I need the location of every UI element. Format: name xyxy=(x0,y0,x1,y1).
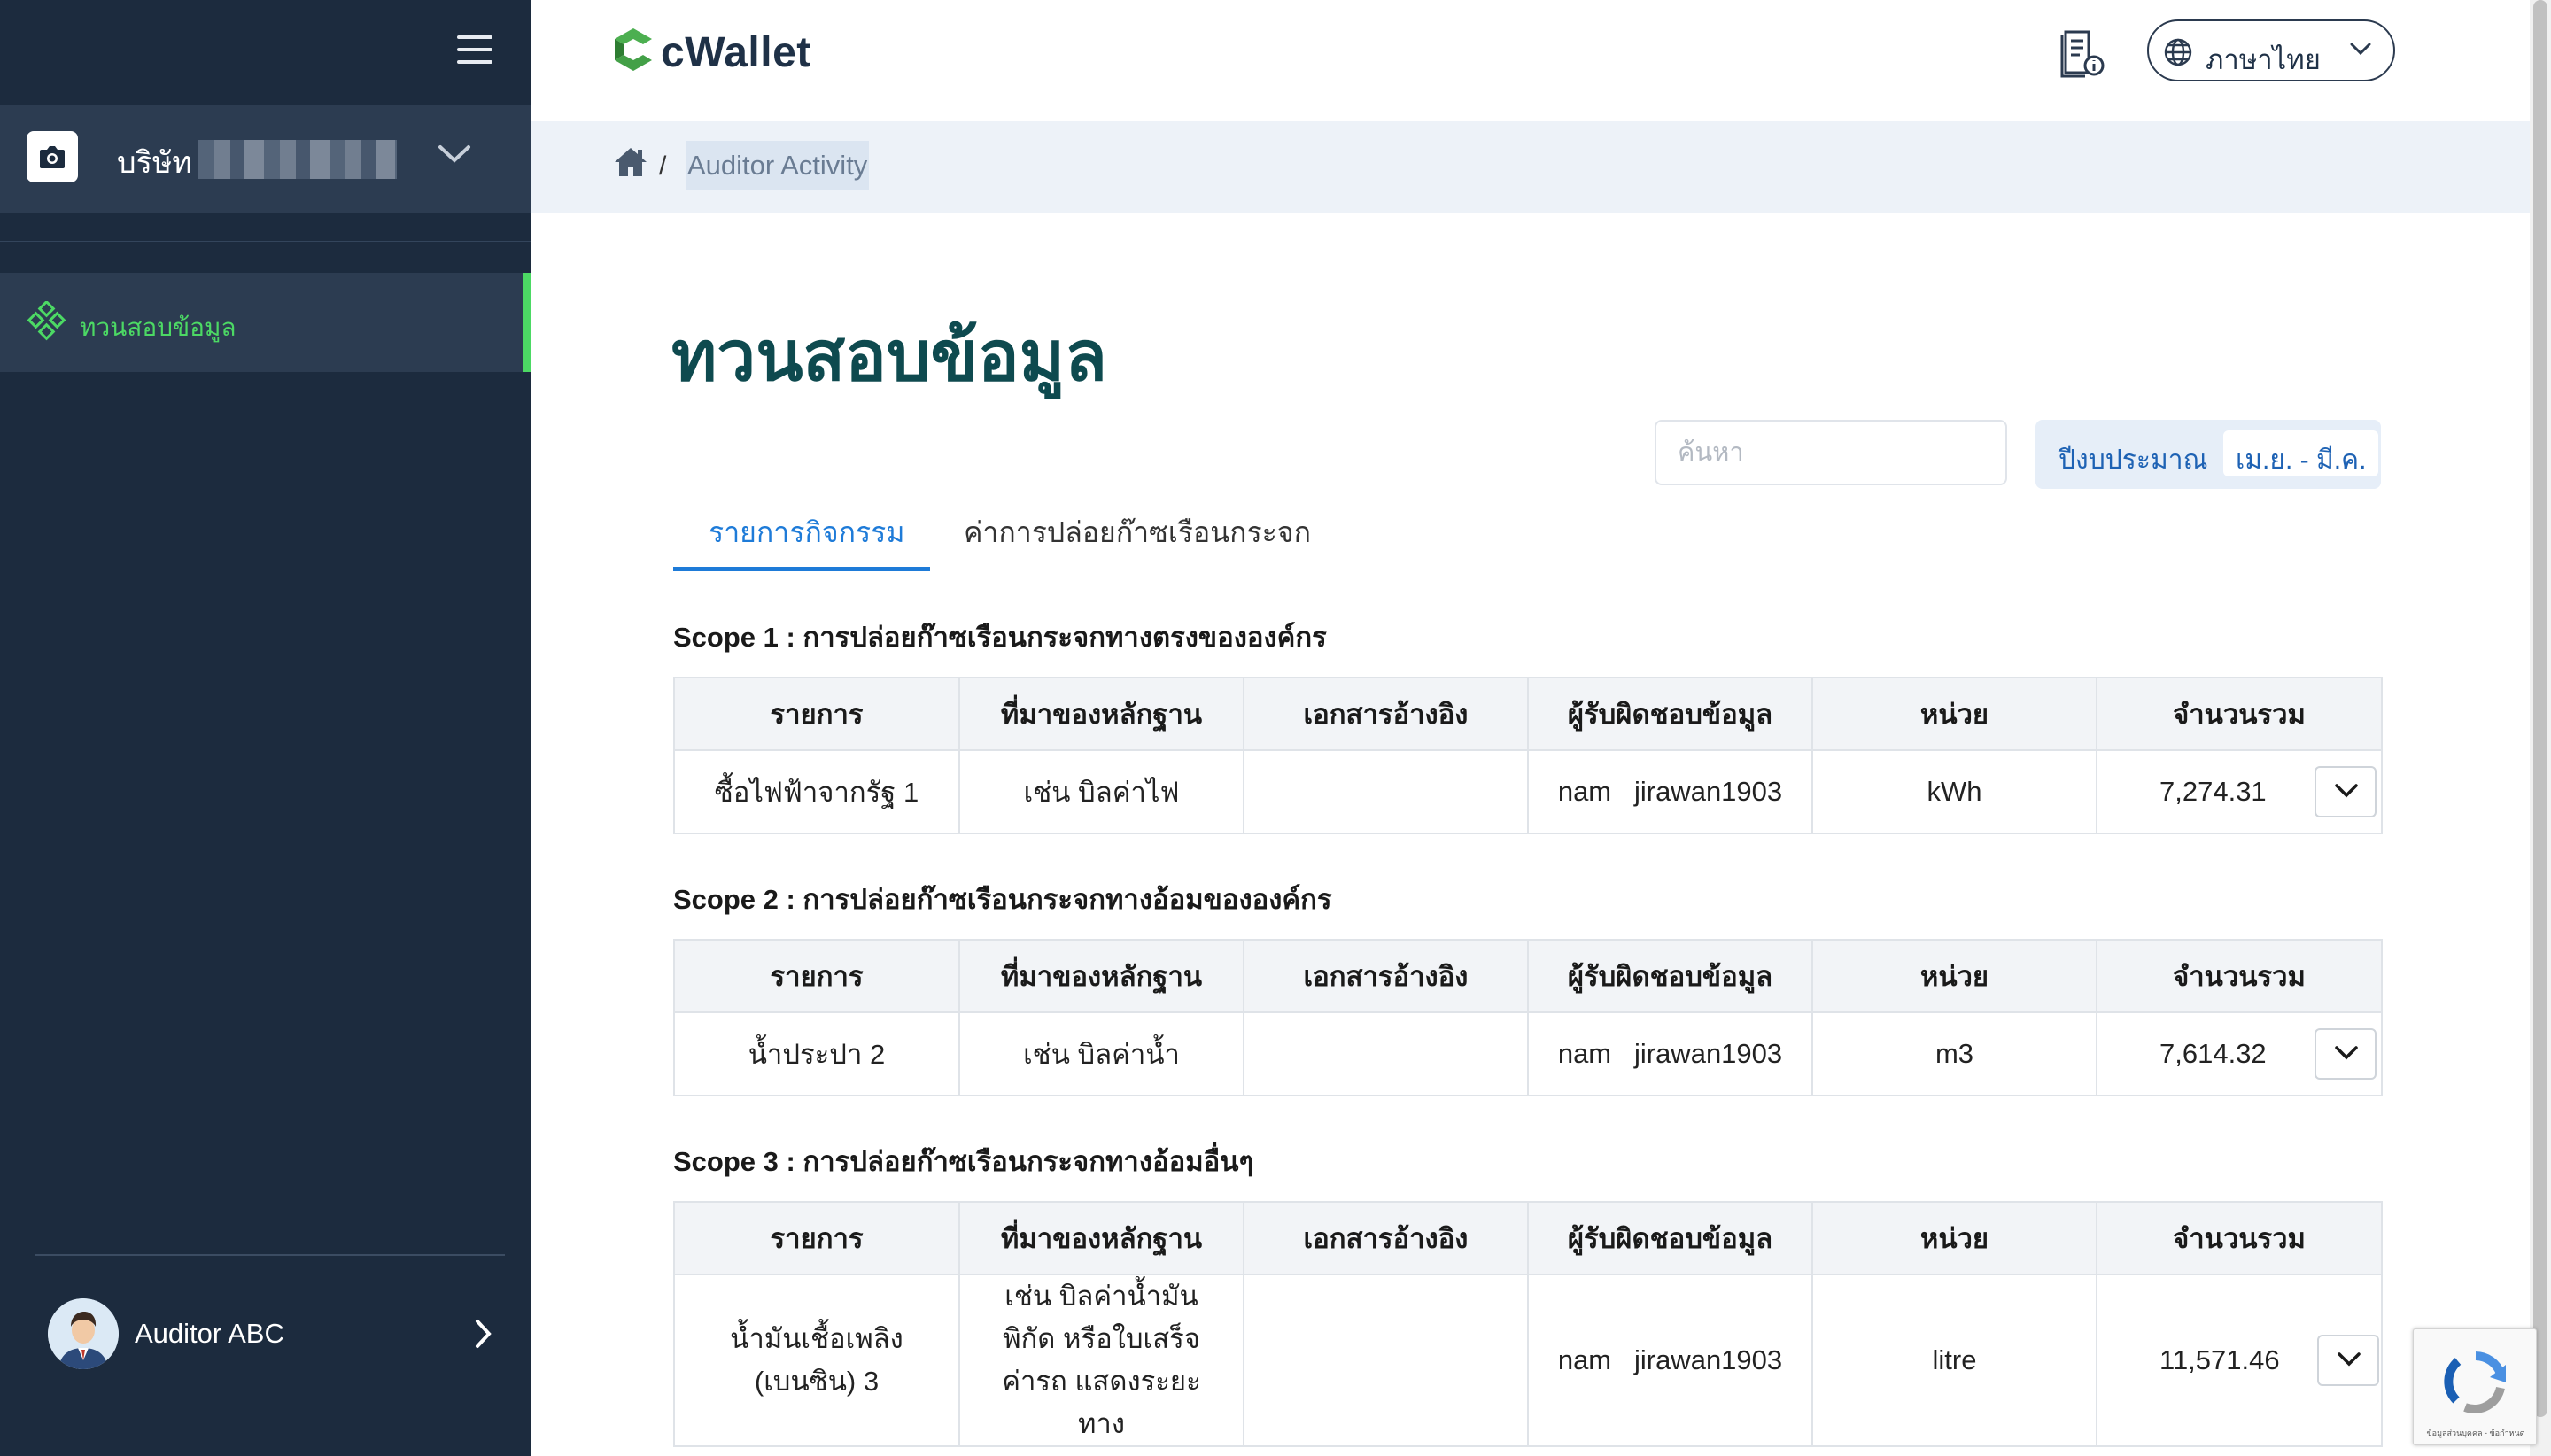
column-header: รายการ xyxy=(673,677,960,751)
column-header: ที่มาของหลักฐาน xyxy=(958,939,1244,1013)
sidebar: บริษัท ทวนสอบข้อมูล Auditor ABC xyxy=(0,0,531,1456)
chevron-right-icon[interactable] xyxy=(473,1318,494,1354)
cell-total: 7,274.31 xyxy=(2096,749,2383,834)
language-select[interactable]: ภาษาไทย xyxy=(2147,19,2395,81)
fiscal-year-filter: ปีงบประมาณ เม.ย. - มี.ค. xyxy=(2035,420,2381,489)
cell-evidence: เช่น บิลค่าไฟ xyxy=(958,749,1244,834)
expand-row-button[interactable] xyxy=(2317,1335,2380,1386)
column-header: หน่วย xyxy=(1811,939,2097,1013)
language-label: ภาษาไทย xyxy=(2206,44,2321,75)
column-header: รายการ xyxy=(673,1201,960,1275)
search-input[interactable] xyxy=(1655,420,2007,485)
home-icon[interactable] xyxy=(613,144,648,184)
active-tab-indicator xyxy=(673,567,930,571)
page-title: ทวนสอบข้อมูล xyxy=(671,317,1107,395)
chevron-down-icon xyxy=(2349,41,2372,61)
cell-item: น้ำประปา 2 xyxy=(673,1011,960,1096)
sidebar-divider xyxy=(0,241,531,242)
column-header: เอกสารอ้างอิง xyxy=(1243,1201,1529,1275)
column-header: หน่วย xyxy=(1811,677,2097,751)
cell-total: 7,614.32 xyxy=(2096,1011,2383,1096)
sidebar-divider xyxy=(35,1254,505,1256)
total-value: 11,571.46 xyxy=(2159,1344,2280,1375)
column-header: รายการ xyxy=(673,939,960,1013)
sidebar-item-verify-data[interactable]: ทวนสอบข้อมูล xyxy=(0,273,531,372)
scrollbar[interactable] xyxy=(2530,0,2551,1456)
breadcrumb-current: Auditor Activity xyxy=(686,141,870,190)
diamonds-icon xyxy=(27,299,67,346)
column-header: ผู้รับผิดชอบข้อมูล xyxy=(1527,677,1813,751)
table-header-row: รายการ ที่มาของหลักฐาน เอกสารอ้างอิง ผู้… xyxy=(673,1201,2383,1275)
breadcrumb-separator: / xyxy=(659,151,667,181)
column-header: หน่วย xyxy=(1811,1201,2097,1275)
column-header: จำนวนรวม xyxy=(2096,939,2383,1013)
chevron-down-icon[interactable] xyxy=(438,143,471,169)
top-bar: cWallet ภาษาไทย xyxy=(531,0,2530,121)
column-header: จำนวนรวม xyxy=(2096,677,2383,751)
table-row: ซื้อไฟฟ้าจากรัฐ 1 เช่น บิลค่าไฟ nam jira… xyxy=(673,749,2383,834)
user-profile[interactable]: Auditor ABC xyxy=(35,1293,505,1373)
fiscal-year-label: ปีงบประมาณ xyxy=(2059,445,2208,475)
column-header: เอกสารอ้างอิง xyxy=(1243,677,1529,751)
cell-total: 11,571.46 xyxy=(2096,1274,2383,1447)
avatar xyxy=(48,1298,119,1369)
cell-reference xyxy=(1243,1274,1529,1447)
globe-icon xyxy=(2163,37,2193,72)
cwallet-logo-icon xyxy=(613,27,654,77)
total-value: 7,274.31 xyxy=(2159,776,2267,807)
cell-item: ซื้อไฟฟ้าจากรัฐ 1 xyxy=(673,749,960,834)
document-info-icon[interactable] xyxy=(2057,27,2106,82)
table-header-row: รายการ ที่มาของหลักฐาน เอกสารอ้างอิง ผู้… xyxy=(673,939,2383,1013)
scope-1-title: Scope 1 : การปล่อยก๊าซเรือนกระจกทางตรงขอ… xyxy=(673,622,1327,653)
cell-unit: m3 xyxy=(1811,1011,2097,1096)
company-name: บริษัท xyxy=(117,146,192,180)
column-header: ที่มาของหลักฐาน xyxy=(958,677,1244,751)
column-header: ที่มาของหลักฐาน xyxy=(958,1201,1244,1275)
scope-1-table: รายการ ที่มาของหลักฐาน เอกสารอ้างอิง ผู้… xyxy=(673,677,2383,834)
cell-owner: nam jirawan1903 xyxy=(1527,1011,1813,1096)
cell-evidence: เช่น บิลค่าน้ำ xyxy=(958,1011,1244,1096)
table-header-row: รายการ ที่มาของหลักฐาน เอกสารอ้างอิง ผู้… xyxy=(673,677,2383,751)
cell-unit: kWh xyxy=(1811,749,2097,834)
scope-2-table: รายการ ที่มาของหลักฐาน เอกสารอ้างอิง ผู้… xyxy=(673,939,2383,1096)
scope-3-title: Scope 3 : การปล่อยก๊าซเรือนกระจกทางอ้อมอ… xyxy=(673,1146,1254,1177)
menu-toggle-icon[interactable] xyxy=(457,35,492,66)
cell-evidence: เช่น บิลค่าน้ำมัน พิกัด หรือใบเสร็จค่ารถ… xyxy=(958,1274,1244,1447)
column-header: เอกสารอ้างอิง xyxy=(1243,939,1529,1013)
logo-text: cWallet xyxy=(661,29,811,76)
column-header: ผู้รับผิดชอบข้อมูล xyxy=(1527,1201,1813,1275)
cell-owner: nam jirawan1903 xyxy=(1527,749,1813,834)
column-header: ผู้รับผิดชอบข้อมูล xyxy=(1527,939,1813,1013)
tab-emission-factors[interactable]: ค่าการปล่อยก๊าซเรือนกระจก xyxy=(964,510,1311,555)
scope-3-table: รายการ ที่มาของหลักฐาน เอกสารอ้างอิง ผู้… xyxy=(673,1201,2383,1447)
expand-row-button[interactable] xyxy=(2315,766,2377,817)
table-row: น้ำประปา 2 เช่น บิลค่าน้ำ nam jirawan190… xyxy=(673,1011,2383,1096)
recaptcha-text: ข้อมูลส่วนบุคคล - ข้อกำหนด xyxy=(2426,1429,2525,1437)
recaptcha-badge[interactable]: ข้อมูลส่วนบุคคล - ข้อกำหนด xyxy=(2413,1328,2537,1445)
total-value: 7,614.32 xyxy=(2159,1038,2267,1069)
camera-icon xyxy=(27,131,78,182)
expand-row-button[interactable] xyxy=(2315,1028,2377,1080)
breadcrumb: / Auditor Activity xyxy=(531,121,2530,213)
cell-reference xyxy=(1243,749,1529,834)
fiscal-year-select[interactable]: เม.ย. - มี.ค. xyxy=(2223,430,2379,476)
sidebar-item-label: ทวนสอบข้อมูล xyxy=(80,314,236,341)
company-switcher[interactable]: บริษัท xyxy=(0,105,531,213)
cell-unit: litre xyxy=(1811,1274,2097,1447)
tab-activity-list[interactable]: รายการกิจกรรม xyxy=(709,510,904,555)
cell-owner: nam jirawan1903 xyxy=(1527,1274,1813,1447)
scrollbar-thumb[interactable] xyxy=(2533,0,2547,1417)
cell-item: น้ำมันเชื้อเพลิง (เบนซิน) 3 xyxy=(673,1274,960,1447)
redacted-company-name xyxy=(198,140,397,179)
user-name: Auditor ABC xyxy=(135,1318,284,1349)
cell-reference xyxy=(1243,1011,1529,1096)
scope-2-title: Scope 2 : การปล่อยก๊าซเรือนกระจกทางอ้อมข… xyxy=(673,884,1332,915)
table-row: น้ำมันเชื้อเพลิง (เบนซิน) 3 เช่น บิลค่าน… xyxy=(673,1274,2383,1447)
column-header: จำนวนรวม xyxy=(2096,1201,2383,1275)
tab-bar: รายการกิจกรรม ค่าการปล่อยก๊าซเรือนกระจก xyxy=(673,496,2381,572)
